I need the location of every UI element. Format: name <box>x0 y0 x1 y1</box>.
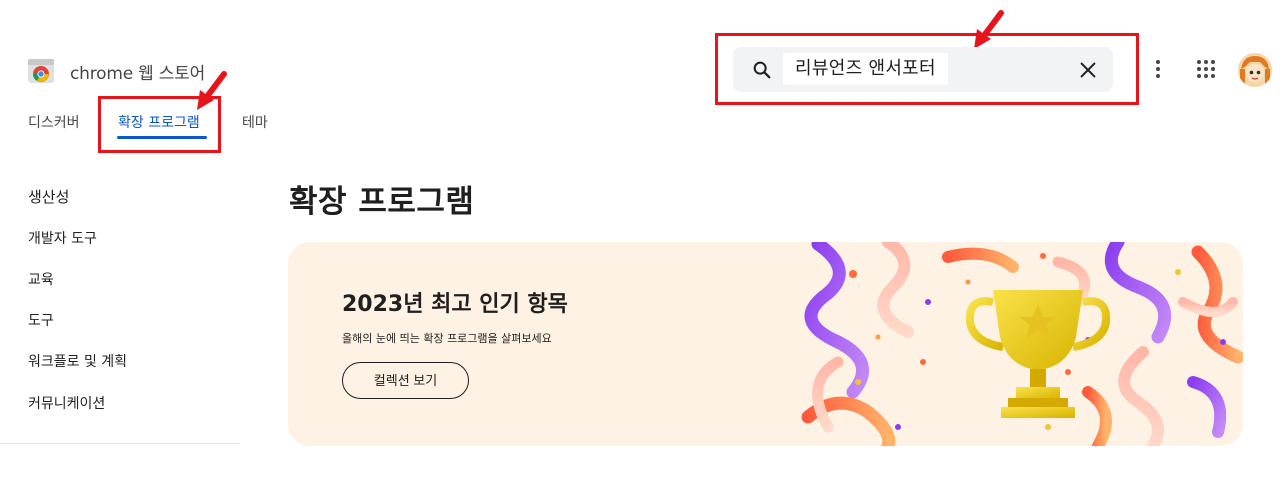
sidebar-divider <box>0 443 239 444</box>
logo-text: chrome 웹 스토어 <box>70 63 206 84</box>
sidebar-item-workflow[interactable]: 워크플로 및 계획 <box>28 351 127 371</box>
search-bar[interactable]: 리뷰언즈 앤서포터 <box>733 47 1113 92</box>
sidebar-item-education[interactable]: 교육 <box>28 269 54 289</box>
sidebar-item-productivity[interactable]: 생산성 <box>28 186 69 207</box>
featured-banner[interactable]: 2023년 최고 인기 항목 올해의 눈에 띄는 확장 프로그램을 살펴보세요 … <box>288 242 1243 446</box>
sidebar-item-tools[interactable]: 도구 <box>28 310 54 330</box>
search-input[interactable]: 리뷰언즈 앤서포터 <box>783 53 948 85</box>
apps-grid-icon[interactable] <box>1195 58 1217 80</box>
red-arrow-icon <box>974 10 1004 49</box>
banner-subtitle: 올해의 눈에 띄는 확장 프로그램을 살펴보세요 <box>342 332 552 345</box>
sidebar-item-communication[interactable]: 커뮤니케이션 <box>28 393 105 413</box>
tab-discover[interactable]: 디스커버 <box>28 112 80 132</box>
banner-title: 2023년 최고 인기 항목 <box>342 292 568 317</box>
view-collection-button[interactable]: 컬렉션 보기 <box>342 362 469 399</box>
red-arrow-icon <box>197 71 227 110</box>
page-title: 확장 프로그램 <box>289 184 475 220</box>
more-vert-icon[interactable] <box>1148 58 1168 80</box>
store-logo[interactable]: chrome 웹 스토어 <box>27 57 205 85</box>
sidebar-item-developer-tools[interactable]: 개발자 도구 <box>28 228 97 248</box>
search-icon[interactable] <box>751 59 773 81</box>
trophy-illustration <box>801 242 1243 446</box>
close-icon[interactable] <box>1077 59 1099 81</box>
tab-themes[interactable]: 테마 <box>242 112 268 132</box>
chrome-logo-icon <box>28 59 54 83</box>
avatar[interactable] <box>1238 53 1272 87</box>
